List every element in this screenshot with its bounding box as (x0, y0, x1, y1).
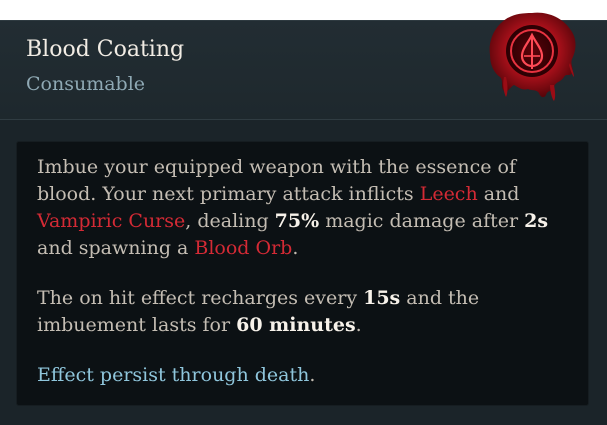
recharge-value: 15s (363, 287, 401, 309)
item-name: Blood Coating (26, 37, 185, 62)
description-paragraph-recharge: The on hit effect recharges every 15s an… (37, 285, 568, 339)
damage-value: 75% (274, 210, 320, 232)
description-text: The on hit effect recharges every (37, 287, 364, 309)
description-text: and (477, 183, 520, 205)
description-text: and spawning a (37, 237, 195, 259)
description-paragraph-effect: Imbue your equipped weapon with the esse… (37, 154, 568, 262)
description-text: . (309, 364, 316, 386)
description-text: , dealing (185, 210, 275, 232)
description-paragraph-note: Effect persist through death. (37, 362, 568, 389)
description-box: Imbue your equipped weapon with the esse… (16, 141, 589, 406)
keyword-blood-orb: Blood Orb (194, 237, 293, 259)
keyword-vampiric-curse: Vampiric Curse (37, 210, 186, 232)
duration-value: 60 minutes (236, 314, 356, 336)
item-type: Consumable (26, 73, 146, 95)
persist-note: Effect persist through death (37, 364, 310, 386)
delay-value: 2s (524, 210, 549, 232)
description-text: magic damage after (319, 210, 525, 232)
description-text: . (292, 237, 299, 259)
keyword-leech: Leech (419, 183, 478, 205)
blood-drop-icon (484, 7, 580, 103)
description-text: . (355, 314, 362, 336)
item-tooltip: Blood Coating Consumable Imbue your equi… (0, 12, 607, 425)
